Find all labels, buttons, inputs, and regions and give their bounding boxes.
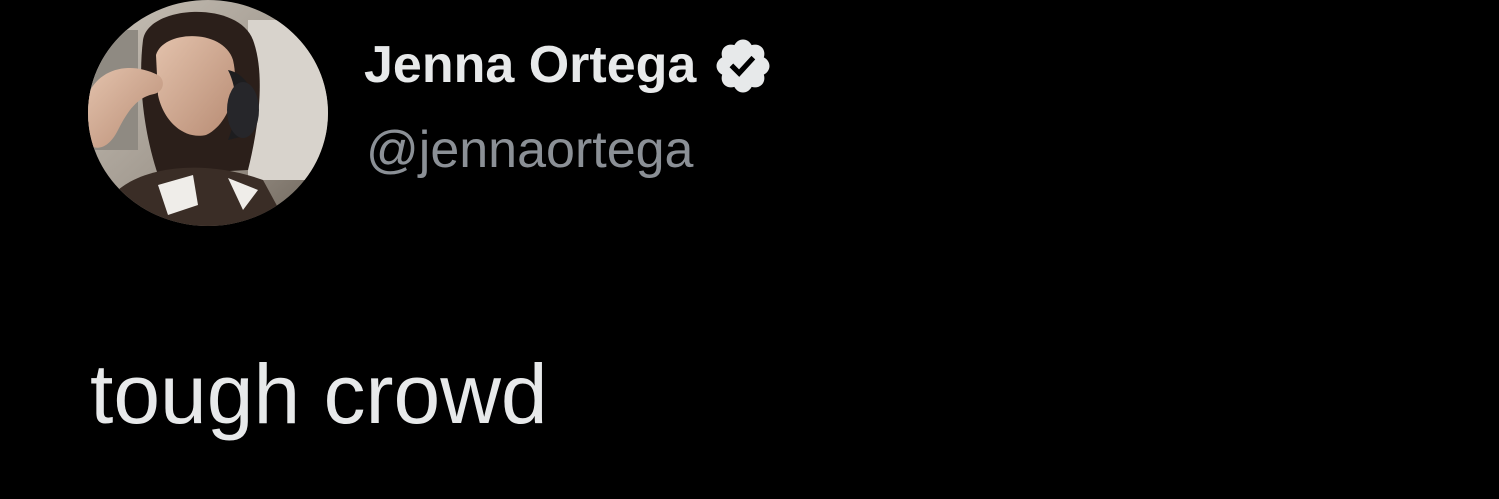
- display-name[interactable]: Jenna Ortega: [364, 35, 696, 95]
- author-handle[interactable]: @jennaortega: [366, 120, 693, 180]
- verified-badge-icon: [712, 35, 774, 97]
- profile-photo-icon: [88, 0, 328, 226]
- avatar[interactable]: [88, 0, 328, 226]
- tweet-card: Jenna Ortega @jennaortega tough crowd: [0, 0, 1499, 499]
- tweet-text: tough crowd: [90, 347, 548, 441]
- author-row: Jenna Ortega: [364, 30, 774, 100]
